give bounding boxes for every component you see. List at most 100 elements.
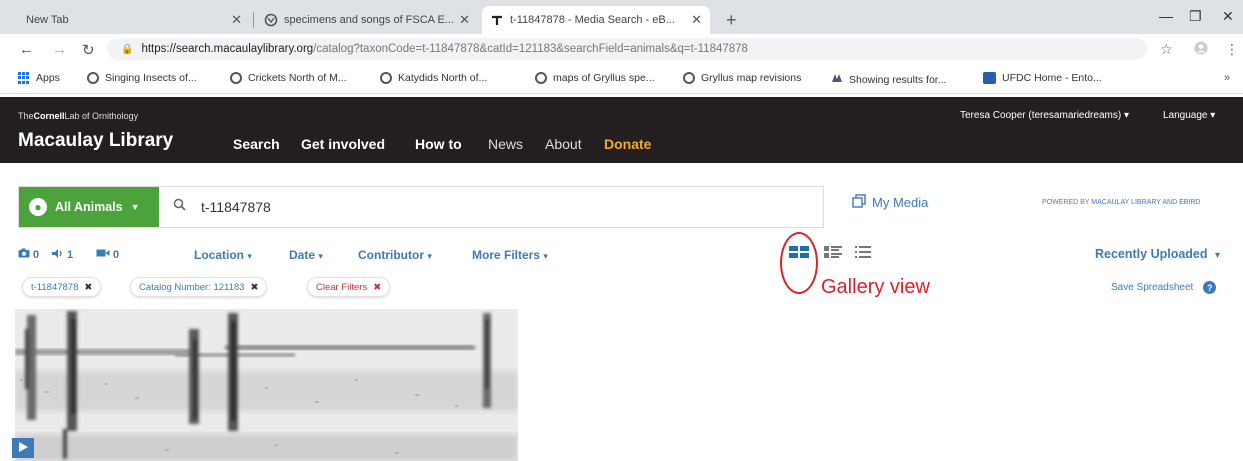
globe-icon (535, 72, 547, 84)
tab-media-search[interactable]: t-11847878 - Media Search - eB... ✕ (482, 6, 710, 34)
list-view-button[interactable] (852, 244, 874, 262)
bookmark-item[interactable]: UFDC Home - Ento... (983, 72, 1102, 84)
globe-icon (683, 72, 695, 84)
location-label: Location (194, 248, 244, 262)
bookmark-label: Katydids North of... (398, 72, 488, 84)
my-media-label: My Media (872, 195, 929, 210)
filter-chip-catalog[interactable]: Catalog Number: 121183 ✖ (130, 277, 268, 297)
close-icon[interactable]: ✕ (231, 12, 242, 28)
tab-title: specimens and songs of FSCA E... (284, 14, 454, 26)
bookmark-label: Apps (36, 72, 60, 84)
language-menu[interactable]: Language ▾ (1163, 110, 1215, 121)
list-view-icon (855, 245, 871, 261)
profile-icon[interactable] (1194, 41, 1208, 58)
url-field[interactable]: 🔒 https://search.macaulaylibrary.org/cat… (107, 38, 1147, 60)
restore-icon[interactable]: ❐ (1189, 8, 1202, 25)
powered-by-link[interactable]: MACAULAY LIBRARY AND EBIRD (1091, 199, 1200, 206)
kebab-menu-icon[interactable]: ⋮ (1225, 41, 1239, 58)
more-filters-label: More Filters (472, 248, 541, 262)
bookmark-item[interactable]: Singing Insects of... (87, 72, 197, 84)
user-menu[interactable]: Teresa Cooper (teresamariedreams) ▾ (960, 110, 1129, 121)
camera-icon (18, 248, 30, 261)
browser-tab-bar: New Tab ✕ specimens and songs of FSCA E.… (0, 0, 1243, 34)
nav-news[interactable]: News (488, 136, 523, 152)
taxon-dropdown[interactable]: ● All Animals ▼ (19, 187, 159, 227)
bookmark-item[interactable]: Gryllus map revisions (683, 72, 801, 84)
nav-about[interactable]: About (545, 136, 582, 152)
clear-filters-chip[interactable]: Clear Filters ✖ (307, 277, 391, 297)
tab-new-tab[interactable]: New Tab ✕ (18, 6, 250, 34)
spectrogram-thumbnail[interactable] (15, 309, 518, 461)
audio-count[interactable]: 1 (51, 248, 73, 262)
window-close-icon[interactable]: ✕ (1222, 8, 1234, 25)
save-spreadsheet-label: Save Spreadsheet (1111, 282, 1194, 293)
grid-view-button[interactable] (822, 244, 844, 262)
photo-count[interactable]: 0 (18, 248, 39, 261)
bookmark-label: Singing Insects of... (105, 72, 197, 84)
close-icon[interactable]: ✕ (691, 12, 702, 28)
video-count[interactable]: 0 (96, 248, 119, 261)
bookmarks-bar: Apps Singing Insects of... Crickets Nort… (0, 64, 1243, 94)
caret-down-icon: ▾ (427, 251, 432, 261)
photo-count-value: 0 (33, 248, 40, 261)
apps-grid-icon (18, 72, 30, 84)
back-arrow-icon[interactable]: ← (19, 41, 34, 58)
nav-get-involved[interactable]: Get involved (301, 136, 385, 152)
help-icon[interactable]: ? (1203, 281, 1217, 294)
caret-down-icon: ▾ (543, 251, 548, 261)
gallery-view-annotation-circle (780, 232, 818, 294)
search-icon (173, 198, 186, 214)
logo-suffix: Lab of Ornithology (64, 111, 139, 121)
globe-icon (264, 13, 278, 27)
caret-down-icon: ▾ (1215, 250, 1221, 261)
lock-icon: 🔒 (121, 43, 134, 55)
nav-donate[interactable]: Donate (604, 136, 651, 152)
remove-icon[interactable]: ✖ (84, 282, 92, 293)
video-camera-icon (96, 248, 110, 261)
search-input[interactable] (201, 195, 801, 219)
close-icon[interactable]: ✕ (459, 12, 470, 28)
sort-dropdown[interactable]: Recently Uploaded ▾ (1095, 247, 1220, 261)
bookmark-item[interactable]: Katydids North of... (380, 72, 487, 84)
bookmark-item[interactable]: Showing results for... (831, 72, 946, 87)
brand-title[interactable]: Macaulay Library (18, 130, 173, 152)
logo-name: Cornell (33, 111, 65, 121)
caret-down-icon: ▾ (247, 251, 252, 261)
cornell-lab-logo[interactable]: TheCornellLab of Ornithology (18, 111, 138, 121)
save-spreadsheet-link[interactable]: Save Spreadsheet ? (1111, 281, 1217, 294)
contributor-filter[interactable]: Contributor ▾ (358, 248, 432, 262)
url-path: /catalog?taxonCode=t-11847878&catId=1211… (313, 43, 748, 55)
bookmark-item[interactable]: Crickets North of M... (230, 72, 347, 84)
grid-view-icon (824, 245, 842, 261)
forward-arrow-icon[interactable]: → (52, 41, 67, 58)
bookmark-apps[interactable]: Apps (18, 72, 60, 84)
nav-search[interactable]: Search (233, 136, 280, 152)
star-icon[interactable]: ☆ (1160, 41, 1173, 58)
bookmark-label: Showing results for... (849, 73, 947, 86)
chip-label: t-11847878 (31, 281, 79, 293)
double-chevron-icon[interactable]: » (1224, 72, 1230, 84)
play-button[interactable] (12, 438, 34, 458)
video-count-value: 0 (113, 248, 120, 261)
minimize-icon[interactable]: — (1159, 8, 1173, 24)
powered-by: POWERED BY MACAULAY LIBRARY AND EBIRD (1042, 199, 1200, 206)
bookmark-label: Crickets North of M... (248, 72, 347, 84)
new-tab-button[interactable]: + (726, 10, 737, 31)
sort-label: Recently Uploaded (1095, 247, 1208, 261)
tab-specimens[interactable]: specimens and songs of FSCA E... ✕ (256, 6, 478, 34)
macaulay-favicon-icon (490, 13, 504, 27)
date-filter[interactable]: Date ▾ (289, 248, 323, 262)
caret-down-icon: ▼ (130, 202, 140, 212)
remove-icon[interactable]: ✖ (250, 282, 258, 293)
remove-icon[interactable]: ✖ (373, 282, 381, 293)
media-stack-icon (852, 194, 866, 211)
filter-chip-taxon[interactable]: t-11847878 ✖ (22, 277, 102, 297)
nav-how-to[interactable]: How to (415, 136, 462, 152)
reload-icon[interactable]: ↻ (82, 41, 95, 59)
bookmark-item[interactable]: maps of Gryllus spe... (535, 72, 655, 84)
tab-divider (253, 12, 254, 28)
more-filters[interactable]: More Filters ▾ (472, 248, 548, 262)
my-media-link[interactable]: My Media (852, 194, 928, 211)
bookmark-label: maps of Gryllus spe... (553, 72, 655, 84)
location-filter[interactable]: Location ▾ (194, 248, 252, 262)
